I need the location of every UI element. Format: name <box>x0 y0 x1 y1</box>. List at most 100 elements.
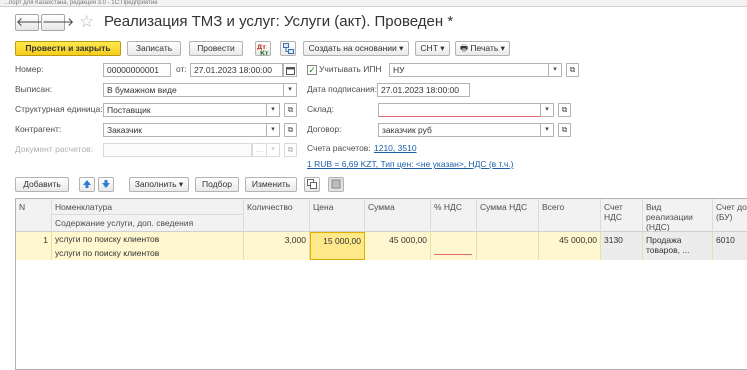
warehouse-dropdown-button[interactable]: ▾ <box>541 103 554 117</box>
struct-unit-dropdown-button[interactable]: ▾ <box>267 103 280 117</box>
warehouse-open-button[interactable]: ⧉ <box>558 103 571 117</box>
chevron-down-icon: ▾ <box>288 86 292 93</box>
ipn-dropdown-button[interactable]: ▾ <box>549 63 562 77</box>
issued-dropdown-button[interactable]: ▾ <box>284 83 297 97</box>
chevron-down-icon: ▾ <box>271 126 275 133</box>
counterparty-label: Контрагент: <box>15 124 62 134</box>
struct-unit-open-button[interactable]: ⧉ <box>284 103 297 117</box>
goods-table: N Номенклатура Содержание услуги, доп. с… <box>15 198 747 370</box>
warehouse-field[interactable] <box>378 103 541 117</box>
cell-nomenclature-name[interactable]: услуги по поиску клиентов <box>52 232 243 246</box>
save-button[interactable]: Записать <box>127 41 181 56</box>
contract-dropdown-button[interactable]: ▾ <box>541 123 554 137</box>
star-icon[interactable]: ☆ <box>79 13 94 31</box>
settlement-doc-field[interactable] <box>103 143 252 157</box>
cell-total[interactable]: 45 000,00 <box>539 232 601 260</box>
cell-qty[interactable]: 3,000 <box>244 232 310 260</box>
change-button[interactable]: Изменить <box>245 177 297 192</box>
settlement-doc-label: Документ расчетов: <box>15 144 93 154</box>
arrow-right-icon: 🡒 <box>42 15 75 29</box>
col-header-vat-account[interactable]: Счет НДС <box>601 199 643 232</box>
col-header-vat-sum[interactable]: Сумма НДС <box>477 199 539 232</box>
create-based-on-dropdown[interactable]: Создать на основании ▾ <box>303 41 409 56</box>
paste-rows-button[interactable] <box>328 177 344 192</box>
snt-dropdown[interactable]: СНТ ▾ <box>415 41 450 56</box>
open-icon: ⧉ <box>287 105 294 114</box>
col-header-total[interactable]: Всего <box>539 199 601 232</box>
chevron-down-icon: ▾ <box>440 43 445 53</box>
select-button[interactable]: Подбор <box>195 177 239 192</box>
ipn-checkbox[interactable]: ✓ <box>307 65 317 75</box>
copy-icon <box>307 179 317 189</box>
print-dropdown[interactable]: 🖶 Печать ▾ <box>455 41 510 56</box>
counterparty-field[interactable]: Заказчик <box>103 123 267 137</box>
svg-text:Кт: Кт <box>260 50 269 55</box>
cell-income-account[interactable]: 6010 <box>713 232 747 260</box>
date-field[interactable]: 27.01.2023 18:00:00 <box>190 63 283 77</box>
ipn-open-button[interactable]: ⧉ <box>566 63 579 77</box>
post-and-close-button[interactable]: Провести и закрыть <box>15 41 121 56</box>
col-header-sale-kind[interactable]: Вид реализации (НДС) <box>643 199 713 232</box>
cell-sale-kind[interactable]: Продажа товаров, ... <box>643 232 713 260</box>
col-header-nomenclature-title: Номенклатура <box>52 199 243 215</box>
settlement-doc-open-button[interactable]: ⧉ <box>284 143 297 157</box>
post-button[interactable]: Провести <box>189 41 243 56</box>
struct-unit-field[interactable]: Поставщик <box>103 103 267 117</box>
close-icon: × <box>270 146 276 153</box>
col-header-vat-pct[interactable]: % НДС <box>431 199 477 232</box>
required-underline <box>434 254 472 255</box>
number-field[interactable]: 00000000001 <box>103 63 171 77</box>
dt-kt-button[interactable]: Дт Кт <box>255 41 271 57</box>
issued-field[interactable]: В бумажном виде <box>103 83 284 97</box>
cell-vat-account[interactable]: 3130 <box>601 232 643 260</box>
add-row-button[interactable]: Добавить <box>15 177 69 192</box>
col-header-income-account-line1: Счет дох <box>716 202 747 212</box>
cell-vat-pct[interactable] <box>431 232 477 260</box>
fill-dropdown[interactable]: Заполнить ▾ <box>129 177 189 192</box>
move-down-button[interactable] <box>98 177 114 192</box>
currency-rate-link[interactable]: 1 RUB = 6,69 KZT, Тип цен: <не указан>, … <box>307 158 514 171</box>
ellipsis-icon: … <box>255 145 264 154</box>
contract-label: Договор: <box>307 124 342 134</box>
chevron-down-icon: ▾ <box>545 106 549 113</box>
chevron-down-icon: ▾ <box>545 126 549 133</box>
contract-field[interactable]: заказчик руб <box>378 123 541 137</box>
chevron-down-icon: ▾ <box>271 106 275 113</box>
move-up-button[interactable] <box>79 177 95 192</box>
cell-sum[interactable]: 45 000,00 <box>365 232 431 260</box>
ipn-field[interactable]: НУ <box>389 63 549 77</box>
settlement-doc-clear-button[interactable]: × <box>267 143 280 157</box>
cell-vat-sum[interactable] <box>477 232 539 260</box>
arrow-up-icon <box>83 180 91 188</box>
chevron-down-icon: ▾ <box>178 179 184 189</box>
cell-price[interactable]: 15 000,00 <box>310 232 365 260</box>
open-icon: ⧉ <box>287 145 294 154</box>
copy-rows-button[interactable] <box>304 177 320 192</box>
open-icon: ⧉ <box>569 65 576 74</box>
calendar-icon <box>285 67 295 75</box>
col-header-price[interactable]: Цена <box>310 199 365 232</box>
cell-sale-kind-line2: товаров, ... <box>646 245 690 255</box>
cell-content[interactable]: услуги по поиску клиентов <box>52 246 243 260</box>
counterparty-dropdown-button[interactable]: ▾ <box>267 123 280 137</box>
counterparty-open-button[interactable]: ⧉ <box>284 123 297 137</box>
open-icon: ⧉ <box>561 125 568 134</box>
col-header-qty[interactable]: Количество <box>244 199 310 232</box>
contract-open-button[interactable]: ⧉ <box>558 123 571 137</box>
dt-kt-icon: Дт Кт <box>257 44 269 57</box>
accounts-link[interactable]: 1210, 3510 <box>374 142 417 155</box>
col-header-income-account[interactable]: Счет дох(БУ) <box>713 199 747 232</box>
settlement-doc-select-button[interactable]: … <box>252 143 267 157</box>
col-header-nomenclature[interactable]: Номенклатура Содержание услуги, доп. све… <box>52 199 244 232</box>
col-header-sum[interactable]: Сумма <box>365 199 431 232</box>
forward-button[interactable]: 🡒 <box>41 14 74 31</box>
printer-icon: 🖶 <box>460 43 469 53</box>
back-button[interactable]: 🡐 <box>15 14 48 31</box>
sign-date-field[interactable]: 27.01.2023 18:00:00 <box>377 83 470 97</box>
col-header-n[interactable]: N <box>16 199 52 232</box>
cell-nomenclature[interactable]: услуги по поиску клиентов услуги по поис… <box>52 232 244 260</box>
structure-button[interactable] <box>280 41 296 56</box>
col-header-income-account-line2: (БУ) <box>716 212 733 222</box>
calendar-button[interactable] <box>283 63 297 77</box>
cell-n[interactable]: 1 <box>16 232 52 260</box>
